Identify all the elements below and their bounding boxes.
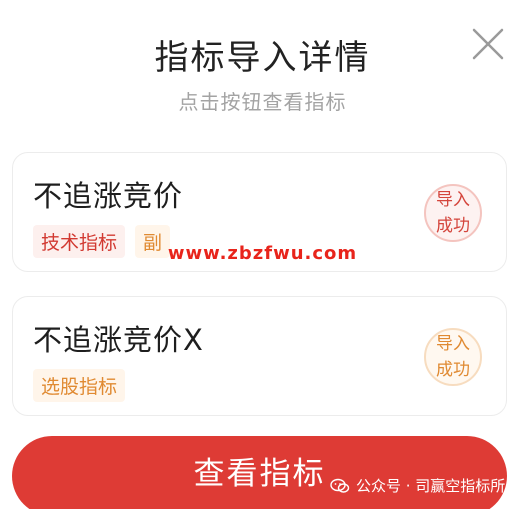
indicator-card[interactable]: 不追涨竞价X 选股指标 导入 成功 — [12, 296, 507, 416]
import-success-stamp: 导入 成功 — [424, 328, 482, 386]
tag-stock-selection: 选股指标 — [33, 369, 126, 402]
dialog-subtitle: 点击按钮查看指标 — [178, 90, 347, 114]
stamp-line-2: 成功 — [436, 360, 470, 380]
indicator-name: 不追涨竞价 — [33, 179, 184, 213]
close-icon — [472, 28, 504, 60]
close-button[interactable] — [470, 26, 506, 62]
import-details-dialog: 指标导入详情 点击按钮查看指标 不追涨竞价 技术指标 副 导入 成功 www.z… — [0, 0, 525, 509]
import-success-stamp: 导入 成功 — [424, 184, 482, 242]
indicator-name: 不追涨竞价X — [33, 323, 204, 357]
view-indicators-button[interactable]: 查看指标 — [12, 436, 507, 509]
watermark: www.zbzfwu.com — [167, 243, 358, 264]
dialog-title: 指标导入详情 — [154, 38, 371, 78]
wechat-icon — [330, 478, 350, 493]
indicator-tags: 选股指标 — [33, 369, 126, 402]
wechat-credit: 公众号 · 司赢空指标所 — [330, 475, 505, 496]
stamp-line-1: 导入 — [436, 190, 470, 210]
stamp-line-2: 成功 — [436, 216, 470, 236]
stamp-line-1: 导入 — [436, 334, 470, 354]
credit-text: 公众号 · 司赢空指标所 — [356, 477, 506, 495]
